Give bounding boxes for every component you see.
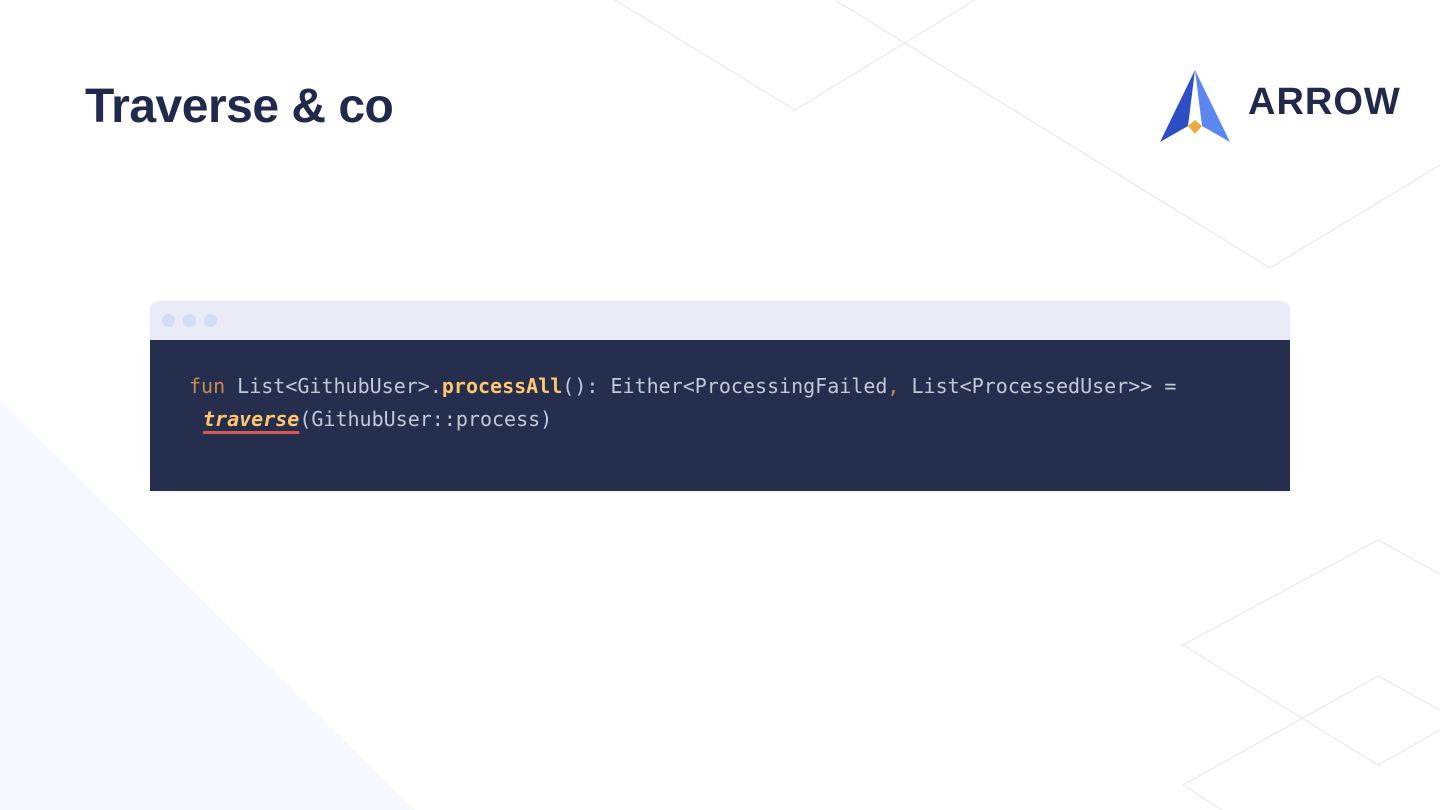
code-token: (): Either<ProcessingFailed — [562, 374, 888, 398]
code-token: , — [887, 374, 900, 398]
code-token: List<ProcessedUser>> = — [899, 374, 1177, 398]
slide-title: Traverse & co — [85, 80, 394, 133]
code-line: traverse(GithubUser::process) — [189, 403, 1290, 436]
window-dot-icon — [162, 314, 175, 327]
code-block: fun List<GithubUser>.processAll(): Eithe… — [150, 340, 1290, 491]
code-token: processAll — [441, 374, 563, 398]
window-dot-icon — [183, 314, 196, 327]
code-window-titlebar — [150, 301, 1290, 340]
code-token: fun — [189, 374, 226, 398]
arrow-logo: ARROW — [1158, 68, 1403, 146]
arrow-logo-icon — [1160, 70, 1230, 142]
code-token-traverse: traverse — [203, 407, 300, 431]
logo-tip — [1188, 120, 1202, 134]
code-token: List<GithubUser>. — [225, 374, 442, 398]
code-line: fun List<GithubUser>.processAll(): Eithe… — [189, 370, 1290, 403]
logo-right-face — [1195, 70, 1230, 142]
code-window: fun List<GithubUser>.processAll(): Eithe… — [150, 301, 1290, 491]
code-token: (GithubUser::process) — [299, 407, 553, 431]
logo-wordmark: ARROW — [1248, 81, 1401, 123]
window-dot-icon — [204, 314, 217, 327]
logo-left-face — [1160, 70, 1195, 142]
